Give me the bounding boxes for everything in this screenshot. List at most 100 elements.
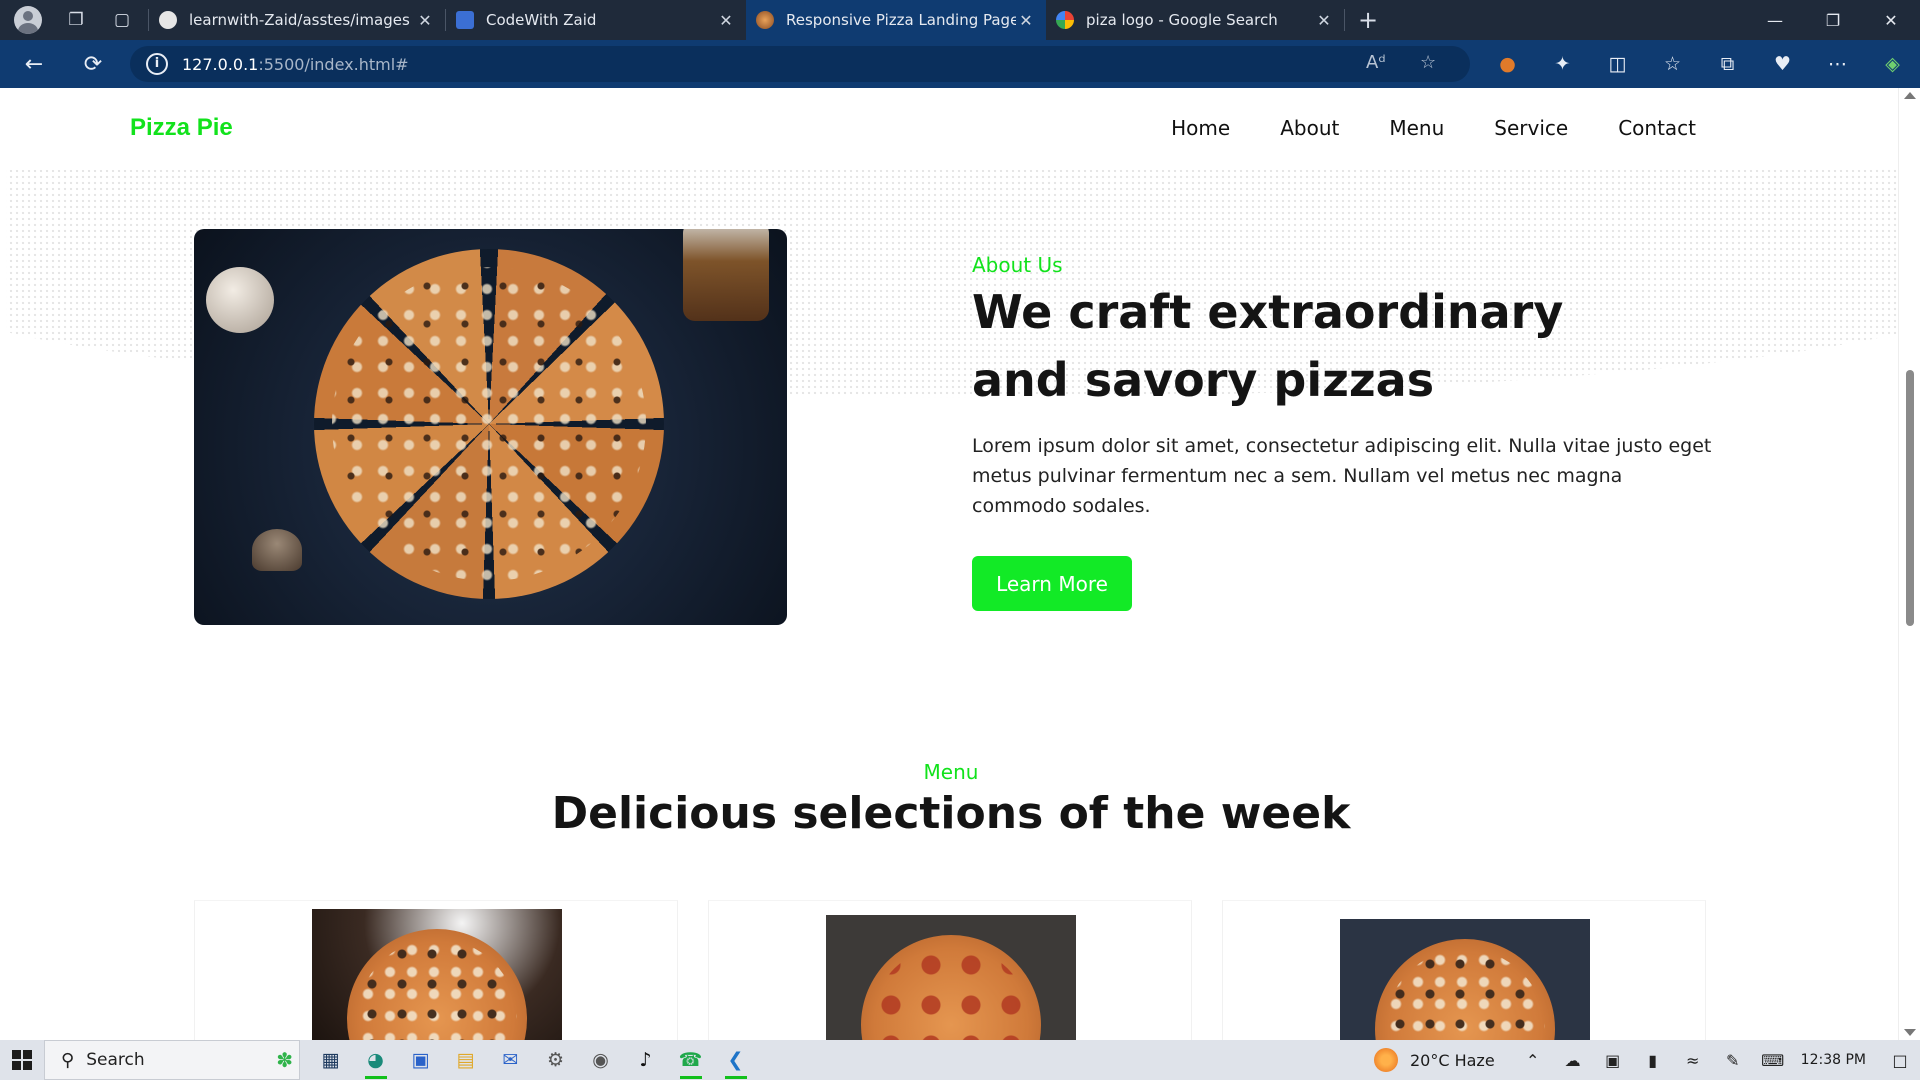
vscode-icon[interactable]: ❮ xyxy=(713,1040,758,1080)
refresh-icon[interactable]: ⟳ xyxy=(68,40,118,88)
taskbar-apps: ▦ ◕ ▣ ▤ ✉ ⚙ ◉ ♪ ☎ ❮ xyxy=(308,1040,758,1080)
monitor-icon xyxy=(456,11,474,29)
workspaces-icon[interactable]: ❐ xyxy=(56,0,96,40)
minimize-icon[interactable]: — xyxy=(1746,0,1804,40)
tiktok-icon[interactable]: ♪ xyxy=(623,1040,668,1080)
nav-link-contact[interactable]: Contact xyxy=(1618,116,1696,140)
new-tab-button[interactable]: + xyxy=(1345,0,1391,40)
chevron-up-icon[interactable]: ⌃ xyxy=(1513,1051,1553,1070)
sliced-pizza xyxy=(314,249,664,599)
clock[interactable]: 12:38 PM xyxy=(1801,1052,1866,1068)
site-nav: Home About Menu Service Contact xyxy=(1171,116,1696,140)
split-screen-icon[interactable]: ◫ xyxy=(1590,53,1645,75)
mail-icon[interactable]: ✉ xyxy=(488,1040,533,1080)
window-controls: — ❐ ✕ xyxy=(1746,0,1920,40)
pen-icon[interactable]: ✎ xyxy=(1713,1051,1753,1070)
pizza-image xyxy=(1375,939,1555,1040)
battery-icon[interactable]: ▮ xyxy=(1633,1051,1673,1070)
nav-link-about[interactable]: About xyxy=(1280,116,1339,140)
tab-pizza-landing[interactable]: Responsive Pizza Landing Page ✕ xyxy=(746,0,1046,40)
tab-github[interactable]: learnwith-Zaid/asstes/images at ✕ xyxy=(149,0,445,40)
whatsapp-icon[interactable]: ☎ xyxy=(668,1040,713,1080)
close-window-icon[interactable]: ✕ xyxy=(1862,0,1920,40)
menu-card[interactable] xyxy=(194,900,678,1040)
menu-card-image xyxy=(1340,919,1590,1040)
edge-icon[interactable]: ◕ xyxy=(353,1040,398,1080)
taskbar-search[interactable]: ⚲ Search ✽ xyxy=(44,1040,300,1080)
nav-link-home[interactable]: Home xyxy=(1171,116,1230,140)
menu-card-image xyxy=(826,915,1076,1040)
keyboard-icon[interactable]: ⌨ xyxy=(1753,1051,1793,1070)
more-menu-icon[interactable]: ⋯ xyxy=(1810,53,1865,75)
page-scrollbar[interactable] xyxy=(1898,88,1920,1040)
nav-link-menu[interactable]: Menu xyxy=(1389,116,1444,140)
back-icon[interactable]: ← xyxy=(0,40,68,88)
system-tray: 20°C Haze ⌃ ☁ ▣ ▮ ≈ ✎ ⌨ 12:38 PM □ xyxy=(1373,1040,1920,1080)
about-subtitle: About Us xyxy=(972,253,1063,277)
menu-title: Delicious selections of the week xyxy=(551,788,1351,839)
favorite-star-icon[interactable]: ☆ xyxy=(1420,52,1436,73)
settings-icon[interactable]: ⚙ xyxy=(533,1040,578,1080)
taskbar: ⚲ Search ✽ ▦ ◕ ▣ ▤ ✉ ⚙ ◉ ♪ ☎ ❮ 20°C Haze… xyxy=(0,1040,1920,1080)
weather-text[interactable]: 20°C Haze xyxy=(1410,1051,1495,1070)
close-icon[interactable]: ✕ xyxy=(1016,11,1036,30)
scrollbar-thumb[interactable] xyxy=(1906,370,1914,626)
store-icon[interactable]: ▣ xyxy=(398,1040,443,1080)
browser-essentials-icon[interactable]: ♥ xyxy=(1755,53,1810,75)
windows-start-icon[interactable] xyxy=(0,1040,44,1080)
meet-icon[interactable]: ▣ xyxy=(1593,1051,1633,1070)
nav-link-service[interactable]: Service xyxy=(1494,116,1568,140)
garlic-decoration xyxy=(206,267,274,333)
profile-avatar[interactable] xyxy=(0,0,56,40)
avatar-icon xyxy=(14,6,42,34)
extensions-icon[interactable]: ✦ xyxy=(1535,53,1590,75)
beer-mug-decoration xyxy=(683,229,769,321)
learn-more-button[interactable]: Learn More xyxy=(972,556,1132,611)
tab-google-search[interactable]: piza logo - Google Search ✕ xyxy=(1046,0,1344,40)
task-view-icon[interactable]: ▦ xyxy=(308,1040,353,1080)
close-icon[interactable]: ✕ xyxy=(415,11,435,30)
google-icon xyxy=(1056,11,1074,29)
weather-icon[interactable] xyxy=(1373,1048,1398,1072)
site-info-icon[interactable]: i xyxy=(146,53,168,75)
close-icon[interactable]: ✕ xyxy=(716,11,736,30)
pizza-icon xyxy=(756,11,774,29)
restore-icon[interactable]: ❐ xyxy=(1804,0,1862,40)
extension-shield-icon[interactable]: ● xyxy=(1480,53,1535,75)
about-pizza-image xyxy=(194,229,787,625)
tab-label: piza logo - Google Search xyxy=(1086,11,1278,29)
pizza-image xyxy=(861,935,1041,1040)
search-icon: ⚲ xyxy=(61,1049,75,1071)
url-field[interactable]: i 127.0.0.1:5500/index.html# Aᵈ ☆ xyxy=(130,46,1470,82)
url-host: 127.0.0.1 xyxy=(182,54,259,74)
about-text: Lorem ipsum dolor sit amet, consectetur … xyxy=(972,435,1712,517)
collections-icon[interactable]: ⧉ xyxy=(1700,53,1755,75)
close-icon[interactable]: ✕ xyxy=(1314,11,1334,30)
onedrive-icon[interactable]: ☁ xyxy=(1553,1051,1593,1070)
url-path: :5500/index.html# xyxy=(258,54,409,74)
mushroom-decoration xyxy=(252,529,302,571)
about-title: We craft extraordinary and savory pizzas xyxy=(972,285,1564,407)
menu-card[interactable] xyxy=(708,900,1192,1040)
favorites-icon[interactable]: ☆ xyxy=(1645,53,1700,75)
read-aloud-icon[interactable]: Aᵈ xyxy=(1366,52,1386,73)
page-viewport: Pizza Pie Home About Menu Service Contac… xyxy=(6,88,1898,1040)
site-logo[interactable]: Pizza Pie xyxy=(130,114,233,142)
wifi-icon[interactable]: ≈ xyxy=(1673,1051,1713,1070)
app-globe-icon[interactable]: ◉ xyxy=(578,1040,623,1080)
file-explorer-icon[interactable]: ▤ xyxy=(443,1040,488,1080)
menu-subtitle: Menu xyxy=(923,760,979,784)
browser-tab-bar: ❐ ▢ learnwith-Zaid/asstes/images at ✕ Co… xyxy=(0,0,1920,40)
pizza-image xyxy=(347,929,527,1040)
menu-card[interactable] xyxy=(1222,900,1706,1040)
taskbar-search-label: Search xyxy=(86,1050,145,1070)
scroll-down-icon[interactable] xyxy=(1904,1029,1916,1036)
address-bar-row: ← ⟳ i 127.0.0.1:5500/index.html# Aᵈ ☆ ● … xyxy=(0,40,1920,88)
tab-label: learnwith-Zaid/asstes/images at xyxy=(189,11,415,29)
scroll-up-icon[interactable] xyxy=(1904,92,1916,99)
tab-actions-icon[interactable]: ▢ xyxy=(96,0,148,40)
notifications-icon[interactable]: □ xyxy=(1880,1051,1920,1070)
tab-codewithzaid[interactable]: CodeWith Zaid ✕ xyxy=(446,0,746,40)
browser-toolbar: ● ✦ ◫ ☆ ⧉ ♥ ⋯ ◈ xyxy=(1480,40,1920,88)
copilot-icon[interactable]: ◈ xyxy=(1865,53,1920,75)
